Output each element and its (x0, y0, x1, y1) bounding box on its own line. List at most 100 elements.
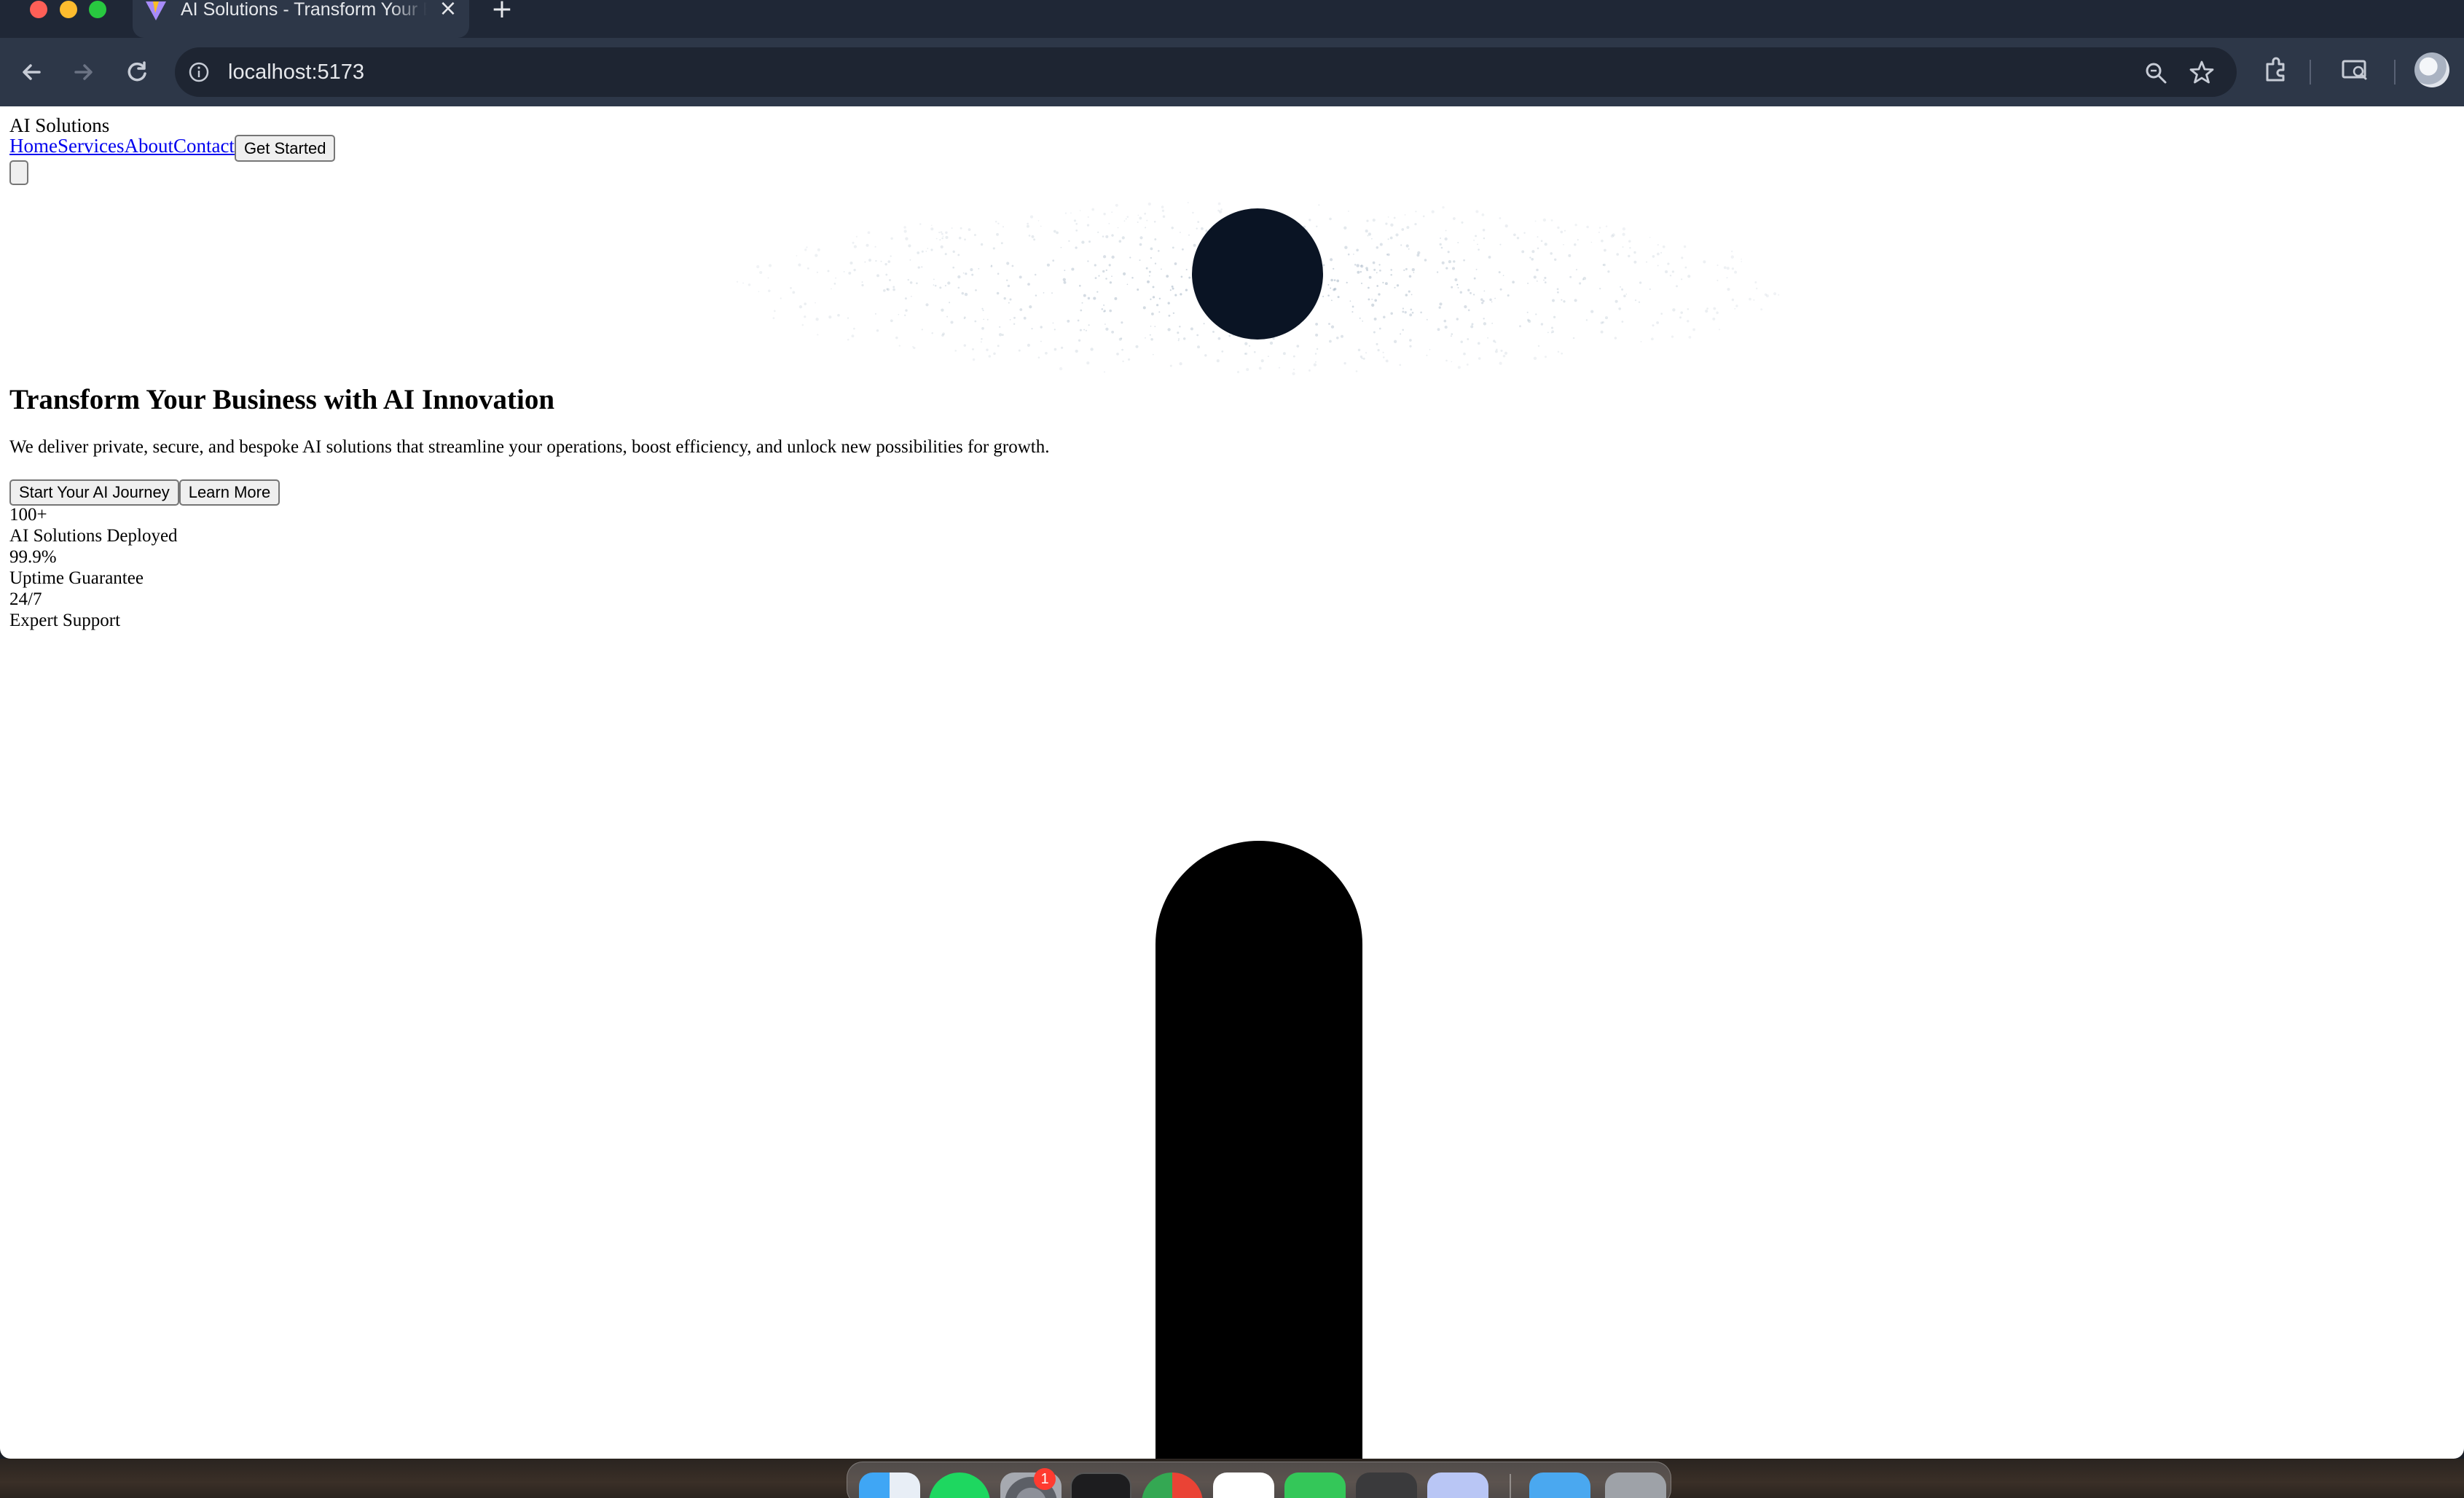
url-text[interactable]: localhost:5173 (228, 47, 364, 97)
particle (1316, 348, 1319, 350)
particle (1031, 235, 1035, 238)
particle (1590, 241, 1593, 243)
particle (1680, 278, 1683, 281)
trash-icon[interactable] (1605, 1472, 1666, 1498)
particle (1040, 225, 1042, 227)
browser-tab[interactable]: AI Solutions - Transform Your Business × (133, 0, 469, 38)
particle (1371, 303, 1375, 307)
particle (1090, 348, 1094, 351)
particle (861, 281, 863, 283)
particle (1400, 333, 1402, 335)
learn-more-button[interactable]: Learn More (178, 479, 280, 506)
particle (1778, 294, 1780, 296)
particle (1260, 359, 1264, 363)
particle (1111, 234, 1114, 237)
zoom-icon[interactable] (2143, 60, 2168, 85)
particle (1473, 240, 1475, 241)
particle (815, 254, 818, 257)
particle (1726, 267, 1730, 270)
nav-link-about[interactable]: About (124, 135, 173, 157)
nav-link-contact[interactable]: Contact (173, 135, 235, 157)
particle (1180, 293, 1182, 296)
particle (942, 235, 944, 238)
particle (1180, 232, 1181, 233)
particle (1027, 343, 1030, 347)
close-icon[interactable]: × (437, 0, 459, 22)
preview-icon[interactable] (1427, 1472, 1488, 1498)
finder-icon[interactable] (859, 1472, 920, 1498)
new-tab-button[interactable]: + (489, 0, 515, 23)
particle (1158, 297, 1161, 300)
particle (1088, 324, 1090, 326)
particle (996, 232, 999, 236)
particle (917, 251, 920, 254)
info-icon[interactable] (188, 61, 210, 83)
particle (1000, 242, 1003, 245)
particle (892, 288, 895, 291)
chatgpt-icon[interactable] (1213, 1472, 1274, 1498)
particle (1438, 306, 1441, 309)
particle (1660, 313, 1663, 315)
particle (1620, 286, 1621, 288)
particle (1379, 270, 1381, 272)
window-zoom-button[interactable] (89, 1, 106, 18)
get-started-button[interactable]: Get Started (234, 135, 336, 162)
particle (931, 332, 933, 334)
particle (1683, 245, 1687, 248)
particle (952, 250, 955, 254)
sublime-text-icon[interactable] (1356, 1472, 1417, 1498)
particle (1526, 311, 1529, 313)
particle (909, 281, 913, 284)
extensions-icon[interactable] (2260, 54, 2292, 86)
window-minimize-button[interactable] (60, 1, 77, 18)
spotify-icon[interactable] (929, 1472, 990, 1498)
chrome-icon[interactable] (1142, 1472, 1203, 1498)
particle (1063, 281, 1067, 284)
particle (1045, 351, 1048, 355)
particle (885, 273, 888, 276)
cast-icon[interactable] (2339, 54, 2371, 86)
start-journey-button[interactable]: Start Your AI Journey (9, 479, 179, 506)
particle (1621, 321, 1624, 323)
particle (1192, 211, 1194, 214)
particle (1491, 322, 1494, 324)
nav-link-home[interactable]: Home (9, 135, 58, 157)
particle (1426, 354, 1428, 356)
particle (1093, 297, 1096, 300)
particle (1692, 328, 1695, 332)
particle (1437, 328, 1440, 332)
particle (1161, 209, 1165, 212)
particle (1328, 323, 1330, 325)
particle (1108, 223, 1110, 224)
particle (1440, 246, 1443, 249)
particle (1156, 304, 1159, 307)
particle (1494, 297, 1496, 299)
stats-list: 100+ AI Solutions Deployed 99.9% Uptime … (9, 504, 178, 631)
particle (1128, 358, 1131, 361)
particle (1033, 238, 1036, 241)
particle (851, 334, 855, 338)
star-icon[interactable] (2189, 59, 2215, 85)
reload-icon[interactable] (121, 56, 153, 88)
back-arrow-icon[interactable] (16, 56, 48, 88)
forward-arrow-icon[interactable] (67, 56, 99, 88)
nav-link-services[interactable]: Services (58, 135, 124, 157)
address-bar[interactable]: localhost:5173 (175, 47, 2237, 97)
particle (905, 309, 908, 312)
particle (843, 270, 845, 272)
particle (1656, 321, 1660, 324)
site-logo[interactable]: AI Solutions (9, 114, 109, 137)
particle (1006, 279, 1008, 281)
terminal-icon[interactable] (1070, 1472, 1131, 1498)
profile-avatar[interactable] (2414, 52, 2449, 87)
particle (1019, 275, 1022, 279)
messages-icon[interactable] (1284, 1472, 1346, 1498)
window-close-button[interactable] (30, 1, 47, 18)
particle (1026, 224, 1029, 228)
particle (945, 235, 949, 239)
particle (1157, 250, 1160, 252)
folder-icon[interactable] (1529, 1472, 1590, 1498)
menu-toggle-button[interactable] (9, 160, 28, 185)
particle (996, 291, 1000, 295)
particle (1029, 215, 1034, 219)
